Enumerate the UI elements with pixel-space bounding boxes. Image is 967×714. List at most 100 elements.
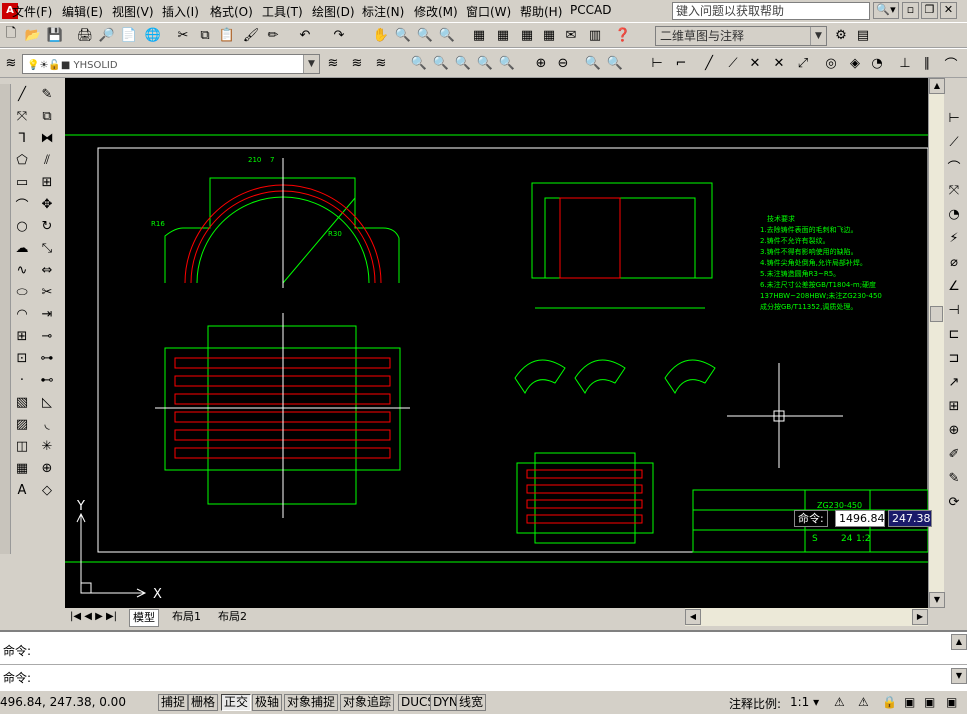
scroll-left-icon[interactable]: ◀ — [685, 609, 701, 625]
gradient-icon[interactable]: ▨ — [12, 414, 32, 434]
help-icon[interactable]: ❓ — [614, 26, 632, 44]
sheet-set-icon[interactable]: ▦ — [540, 26, 558, 44]
line-tool-icon[interactable]: ╱ — [12, 84, 32, 104]
osnap-quadrant-icon[interactable]: ◈ — [846, 54, 864, 72]
clean-screen-icon[interactable]: ▣ — [904, 695, 915, 709]
cut-icon[interactable]: ✂ — [174, 26, 192, 44]
zoom-window-icon[interactable]: 🔍 — [416, 26, 434, 44]
trim-icon[interactable]: ✕ — [746, 54, 764, 72]
status-toggle-5[interactable]: 对象追踪 — [340, 694, 395, 711]
comm-center-icon[interactable]: ▣ — [946, 695, 957, 709]
break-at-point-icon[interactable]: ⊸ — [37, 326, 57, 346]
spline-icon[interactable]: ∿ — [12, 260, 32, 280]
command-line-2[interactable]: 命令: — [3, 669, 31, 686]
zoom-in-icon[interactable]: ⊕ — [532, 54, 550, 72]
trim-tool-icon[interactable]: ✂ — [37, 282, 57, 302]
diamond-icon[interactable]: ◇ — [37, 480, 57, 500]
explode-icon[interactable]: ✳ — [37, 436, 57, 456]
rectangle-icon[interactable]: ▭ — [12, 172, 32, 192]
erase-icon[interactable]: ✎ — [37, 84, 57, 104]
status-toggle-8[interactable]: 线宽 — [456, 694, 487, 711]
close-icon[interactable]: ✕ — [940, 2, 957, 19]
match-properties-icon[interactable]: 🖌 — [242, 26, 260, 44]
dim-ordinate-icon[interactable]: ⤧ — [944, 180, 964, 200]
polyline-icon[interactable]: ᒣ — [12, 128, 32, 148]
make-block-icon[interactable]: ⊡ — [12, 348, 32, 368]
menu-item-0[interactable]: 文件(F) — [12, 3, 52, 20]
scroll-right-icon[interactable]: ▶ — [912, 609, 928, 625]
status-toggle-4[interactable]: 对象捕捉 — [284, 694, 339, 711]
tab-model[interactable]: 模型 — [129, 609, 159, 627]
dim-update-icon[interactable]: ⟳ — [944, 492, 964, 512]
vertical-scrollbar[interactable]: ▲ ▼ — [928, 78, 945, 608]
hatch-icon[interactable]: ▧ — [12, 392, 32, 412]
3d-dwf-icon[interactable]: 🌐 — [144, 26, 162, 44]
coordinate-readout[interactable]: 496.84, 247.38, 0.00 — [0, 695, 126, 709]
workspace-select[interactable]: 二维草图与注释 ▼ — [655, 26, 827, 46]
dim-text-edit-icon[interactable]: ✎ — [944, 468, 964, 488]
extend-icon[interactable]: ✕ — [770, 54, 788, 72]
command-window[interactable]: 命令: 命令: ▲ ▼ — [0, 630, 967, 690]
extend-tool-icon[interactable]: ⇥ — [37, 304, 57, 324]
status-toggle-3[interactable]: 极轴 — [252, 694, 283, 711]
minimize-icon[interactable]: ▫ — [902, 2, 919, 19]
undo-icon[interactable]: ↶ — [296, 26, 314, 44]
move-icon[interactable]: ✥ — [37, 194, 57, 214]
annotation-scale-select[interactable]: 1:1 ▾ — [790, 695, 819, 709]
chamfer-icon[interactable]: ◺ — [37, 392, 57, 412]
layer-manager-icon[interactable]: ≋ — [2, 54, 20, 72]
tolerance-icon[interactable]: ⊞ — [944, 396, 964, 416]
menu-item-7[interactable]: 标注(N) — [362, 3, 404, 20]
paste-icon[interactable]: 📋 — [218, 26, 236, 44]
command-scroll[interactable]: ▲ — [909, 634, 967, 662]
zoom-dynamic-icon[interactable]: 🔍 — [432, 54, 450, 72]
xline-icon[interactable]: ⟋ — [724, 54, 742, 72]
zoom-center-icon[interactable]: 🔍 — [476, 54, 494, 72]
tab-layout1[interactable]: 布局1 — [169, 609, 204, 625]
point-icon[interactable]: · — [12, 370, 32, 390]
toolbar-lock-icon[interactable]: ▤ — [854, 26, 872, 44]
cmd-scroll-up-icon[interactable]: ▲ — [951, 634, 967, 650]
dim-baseline-icon[interactable]: ⊏ — [944, 324, 964, 344]
quick-dim-icon[interactable]: ⊣ — [944, 300, 964, 320]
redo-icon[interactable]: ↷ — [330, 26, 348, 44]
dim-arc-icon[interactable]: ⌒ — [944, 156, 964, 176]
osnap-insert-icon[interactable]: ⌒ — [942, 54, 960, 73]
copy-icon[interactable]: ⧉ — [196, 26, 214, 44]
dim-aligned-side-icon[interactable]: ⟋ — [944, 132, 964, 152]
plot-icon[interactable]: 🖨 — [76, 26, 94, 44]
rotate-icon[interactable]: ↻ — [37, 216, 57, 236]
table-icon[interactable]: ▦ — [12, 458, 32, 478]
fillet-icon[interactable]: ◟ — [37, 414, 57, 434]
status-toggle-1[interactable]: 栅格 — [188, 694, 219, 711]
dim-angular-icon[interactable]: ∠ — [944, 276, 964, 296]
ellipse-arc-icon[interactable]: ◠ — [12, 304, 32, 324]
markup-icon[interactable]: ✉ — [562, 26, 580, 44]
plot-preview-icon[interactable]: 🔎 — [98, 26, 116, 44]
dim-continue-icon[interactable]: ⊐ — [944, 348, 964, 368]
dyn-y-input[interactable]: 247.38 — [888, 510, 932, 527]
array-icon[interactable]: ⊞ — [37, 172, 57, 192]
construction-line-icon[interactable]: ⤧ — [12, 106, 32, 126]
menu-item-2[interactable]: 视图(V) — [112, 3, 154, 20]
circle-icon[interactable]: ○ — [12, 216, 32, 236]
mirror-icon[interactable]: ⧓ — [37, 128, 57, 148]
dim-linear-side-icon[interactable]: ⊢ — [944, 108, 964, 128]
dim-edit-icon[interactable]: ✐ — [944, 444, 964, 464]
osnap-parallel-icon[interactable]: ∥ — [918, 54, 936, 72]
zoom-realtime-icon[interactable]: 🔍 — [394, 26, 412, 44]
osnap-center-icon[interactable]: ◎ — [822, 54, 840, 72]
status-tray-icon[interactable]: ▣ — [924, 695, 935, 709]
menu-item-6[interactable]: 绘图(D) — [312, 3, 355, 20]
insert-block-icon[interactable]: ⊞ — [12, 326, 32, 346]
search-help-button[interactable]: 🔍▾ — [873, 2, 899, 19]
block-editor-icon[interactable]: ✏ — [264, 26, 282, 44]
scroll-down-icon[interactable]: ▼ — [929, 592, 945, 608]
drawing-canvas[interactable]: Y X ZG230-450 S 24 1:2 210 7 R16 R30 技术要… — [65, 78, 932, 608]
center-mark-icon[interactable]: ⊕ — [944, 420, 964, 440]
open-file-icon[interactable]: 📂 — [24, 26, 42, 44]
annotation-visibility-icon[interactable]: ⚠ — [834, 695, 845, 709]
auto-scale-icon[interactable]: ⚠ — [858, 695, 869, 709]
line-icon[interactable]: ╱ — [700, 54, 718, 72]
design-center-icon[interactable]: ▦ — [494, 26, 512, 44]
